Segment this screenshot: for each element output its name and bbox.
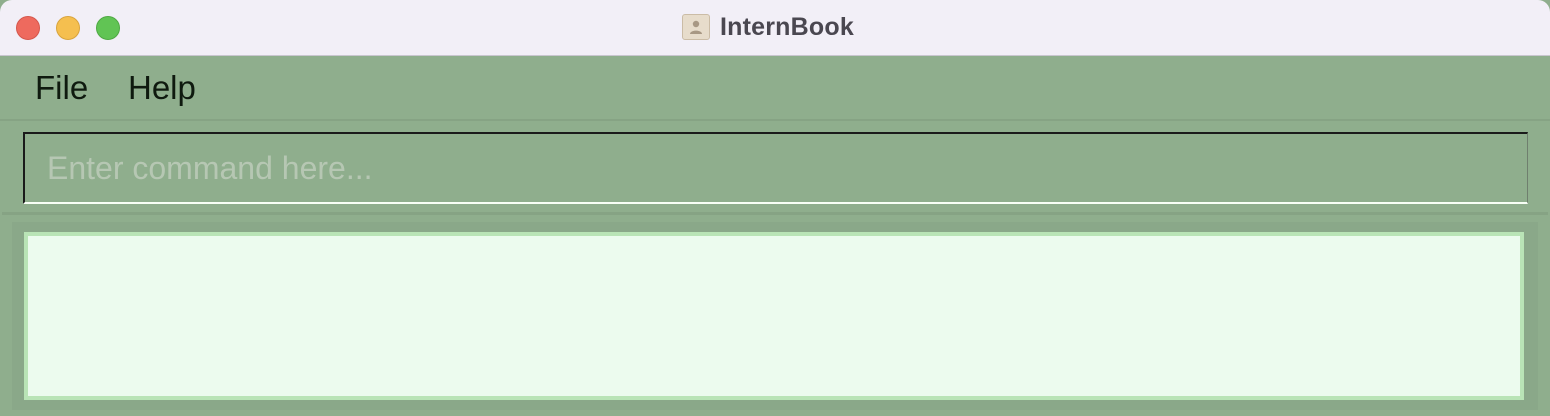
zoom-window-button[interactable]: [96, 16, 120, 40]
app-window: InternBook File Help: [0, 0, 1550, 416]
title-bar[interactable]: InternBook: [0, 0, 1550, 56]
command-box-panel: [2, 123, 1548, 215]
window-title-group: InternBook: [682, 12, 854, 42]
minimize-window-button[interactable]: [56, 16, 80, 40]
command-input[interactable]: [23, 132, 1528, 204]
close-window-button[interactable]: [16, 16, 40, 40]
result-display[interactable]: [24, 232, 1524, 400]
result-display-panel: [12, 222, 1538, 410]
menu-help[interactable]: Help: [128, 69, 196, 107]
contacts-book-icon: [682, 14, 710, 40]
menu-file[interactable]: File: [35, 69, 88, 107]
window-title: InternBook: [720, 12, 854, 41]
menu-bar: File Help: [0, 57, 1550, 121]
